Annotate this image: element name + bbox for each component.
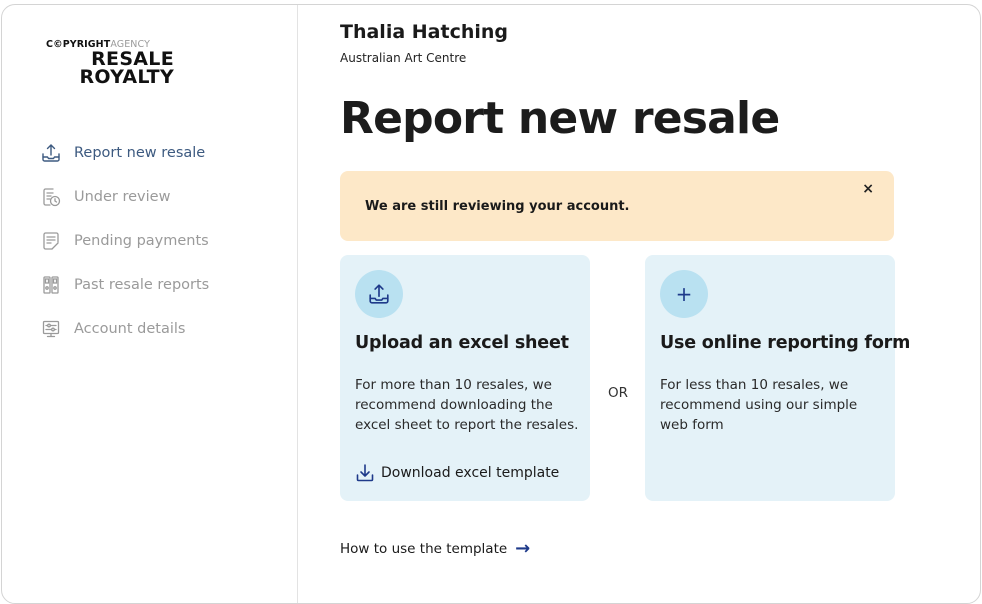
how-to-label: How to use the template (340, 540, 508, 557)
sidebar-item-under-review[interactable]: Under review (40, 175, 209, 219)
card-title: Use online reporting form (660, 333, 911, 353)
sidebar-item-label: Past resale reports (74, 277, 210, 293)
how-to-use-template-link[interactable]: How to use the template → (340, 538, 530, 559)
sidebar-item-past-resale-reports[interactable]: Past resale reports (40, 263, 209, 307)
sidebar-item-label: Pending payments (74, 233, 209, 249)
download-template-link[interactable]: Download excel template (355, 463, 559, 483)
upload-tray-icon (40, 142, 62, 164)
sidebar-item-pending-payments[interactable]: Pending payments (40, 219, 209, 263)
card-title: Upload an excel sheet (355, 333, 569, 353)
app-window: C©PYRIGHTAGENCY RESALE ROYALTY Report ne… (1, 4, 981, 604)
review-alert: We are still reviewing your account. × (340, 171, 894, 241)
card-description: For less than 10 resales, we recommend u… (660, 377, 858, 433)
logo-line-2: ROYALTY (79, 66, 174, 88)
download-template-label: Download excel template (381, 465, 560, 481)
online-form-card[interactable]: + Use online reporting form For less tha… (645, 255, 910, 501)
card-description: For more than 10 resales, we recommend d… (355, 377, 579, 433)
sidebar: C©PYRIGHTAGENCY RESALE ROYALTY Report ne… (2, 5, 298, 603)
binders-icon (40, 274, 62, 296)
close-icon[interactable]: × (862, 181, 874, 197)
sidebar-nav: Report new resale Under review Pending p… (40, 131, 209, 351)
sidebar-item-account-details[interactable]: Account details (40, 307, 209, 351)
sidebar-item-label: Account details (74, 321, 186, 337)
brand-logo: C©PYRIGHTAGENCY RESALE ROYALTY (46, 39, 180, 88)
plus-icon: + (660, 270, 708, 318)
arrow-right-icon: → (515, 538, 531, 559)
download-icon (356, 464, 374, 482)
sidebar-item-label: Report new resale (74, 145, 206, 161)
sidebar-item-report-new-resale[interactable]: Report new resale (40, 131, 209, 175)
upload-tray-icon (355, 270, 403, 318)
sidebar-item-label: Under review (74, 189, 171, 205)
document-edit-icon (40, 230, 62, 252)
copyright-o-icon: © (53, 39, 63, 50)
alert-message: We are still reviewing your account. (365, 199, 630, 214)
upload-excel-card[interactable]: Upload an excel sheet For more than 10 r… (340, 255, 590, 501)
organisation-name: Australian Art Centre (340, 51, 467, 65)
document-clock-icon (40, 186, 62, 208)
user-name: Thalia Hatching (340, 21, 509, 43)
or-separator: OR (608, 385, 629, 401)
page-title: Report new resale (340, 93, 780, 144)
settings-sliders-icon (40, 318, 62, 340)
